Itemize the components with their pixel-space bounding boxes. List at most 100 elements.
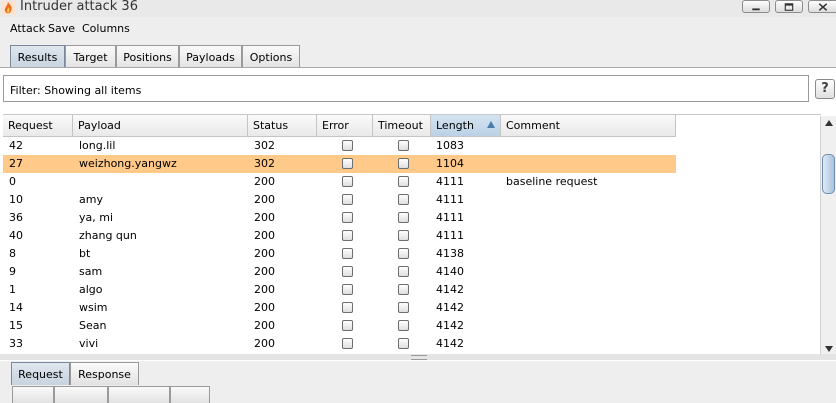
menu-save[interactable]: Save (48, 22, 75, 35)
tab-response[interactable]: Response (70, 362, 139, 385)
error-checkbox (342, 212, 353, 223)
minimize-icon (752, 8, 760, 11)
cell-payload: Sean (79, 319, 107, 332)
maximize-icon (784, 3, 794, 11)
column-header-payload[interactable]: Payload (73, 115, 248, 136)
tab-target[interactable]: Target (65, 45, 116, 68)
column-header-timeout[interactable]: Timeout (373, 115, 431, 136)
cell-payload: vivi (79, 337, 99, 350)
tab-options[interactable]: Options (242, 45, 300, 68)
cell-request: 0 (9, 175, 16, 188)
cell-status: 302 (254, 157, 275, 170)
timeout-checkbox (398, 212, 409, 223)
sort-ascending-icon (487, 121, 495, 128)
column-header-comment[interactable]: Comment (501, 115, 676, 136)
cell-request: 10 (9, 193, 23, 206)
table-row[interactable]: 15 Sean 200 4142 (3, 317, 676, 335)
scroll-up-icon[interactable] (825, 120, 833, 126)
error-checkbox (342, 158, 353, 169)
menu-columns[interactable]: Columns (82, 22, 130, 35)
table-row[interactable]: 0 200 4111 baseline request (3, 173, 676, 191)
table-row[interactable]: 14 wsim 200 4142 (3, 299, 676, 317)
cell-length: 4142 (436, 283, 464, 296)
column-header-length[interactable]: Length (431, 115, 501, 136)
scroll-down-icon[interactable] (825, 346, 833, 352)
cell-length: 4138 (436, 247, 464, 260)
cell-length: 4111 (436, 211, 464, 224)
table-row[interactable]: 1 algo 200 4142 (3, 281, 676, 299)
filter-bar[interactable]: Filter: Showing all items (3, 75, 809, 102)
cell-comment: baseline request (506, 175, 598, 188)
subtab-1[interactable] (12, 386, 54, 403)
maximize-button[interactable] (775, 0, 803, 13)
cell-payload: ya, mi (79, 211, 114, 224)
table-scrollbar[interactable] (820, 116, 836, 356)
timeout-checkbox (398, 338, 409, 349)
table-row[interactable]: 33 vivi 200 4142 (3, 335, 676, 353)
results-panel: Filter: Showing all items ? Request Payl… (0, 67, 836, 361)
menu-attack[interactable]: Attack (10, 22, 45, 35)
window-title: Intruder attack 36 (20, 0, 138, 14)
timeout-checkbox (398, 266, 409, 277)
cell-request: 42 (9, 139, 23, 152)
tab-positions[interactable]: Positions (116, 45, 179, 68)
cell-length: 1104 (436, 157, 464, 170)
table-row[interactable]: 9 sam 200 4140 (3, 263, 676, 281)
help-button[interactable]: ? (815, 79, 835, 99)
timeout-checkbox (398, 194, 409, 205)
table-row[interactable]: 8 bt 200 4138 (3, 245, 676, 263)
cell-payload: algo (79, 283, 103, 296)
error-checkbox (342, 230, 353, 241)
table-row[interactable]: 42 long.lil 302 1083 (3, 137, 676, 155)
error-checkbox (342, 302, 353, 313)
tab-payloads[interactable]: Payloads (179, 45, 242, 68)
timeout-checkbox (398, 230, 409, 241)
cell-payload: long.lil (79, 139, 116, 152)
tab-request[interactable]: Request (11, 362, 70, 385)
cell-payload: amy (79, 193, 103, 206)
cell-length: 4111 (436, 175, 464, 188)
minimize-button[interactable] (742, 0, 770, 13)
table-row[interactable]: 10 amy 200 4111 (3, 191, 676, 209)
cell-length: 4142 (436, 337, 464, 350)
cell-length: 4111 (436, 193, 464, 206)
table-body: 42 long.lil 302 1083 27 weizhong.yangwz 302 110… (3, 137, 676, 353)
column-header-request[interactable]: Request (3, 115, 73, 136)
table-row[interactable]: 36 ya, mi 200 4111 (3, 209, 676, 227)
pane-splitter[interactable] (0, 354, 836, 360)
tab-results[interactable]: Results (10, 45, 65, 68)
cell-length: 4142 (436, 301, 464, 314)
cell-length: 1083 (436, 139, 464, 152)
table-row[interactable]: 27 weizhong.yangwz 302 1104 (3, 155, 676, 173)
cell-request: 9 (9, 265, 16, 278)
scroll-thumb[interactable] (822, 154, 835, 194)
cell-request: 36 (9, 211, 23, 224)
splitter-grip-icon (411, 355, 427, 360)
timeout-checkbox (398, 302, 409, 313)
table-row[interactable]: 40 zhang qun 200 4111 (3, 227, 676, 245)
cell-status: 200 (254, 175, 275, 188)
close-button[interactable] (808, 0, 836, 13)
cell-payload: sam (79, 265, 103, 278)
error-checkbox (342, 248, 353, 259)
timeout-checkbox (398, 248, 409, 259)
error-checkbox (342, 320, 353, 331)
cell-status: 200 (254, 265, 275, 278)
cell-request: 1 (9, 283, 16, 296)
burp-flame-icon (1, 1, 15, 15)
cell-status: 200 (254, 247, 275, 260)
subtab-2[interactable] (54, 386, 108, 403)
cell-status: 200 (254, 319, 275, 332)
error-checkbox (342, 338, 353, 349)
column-header-status[interactable]: Status (248, 115, 317, 136)
error-checkbox (342, 284, 353, 295)
error-checkbox (342, 266, 353, 277)
subtab-4[interactable] (170, 386, 210, 403)
cell-payload: zhang qun (79, 229, 137, 242)
cell-status: 302 (254, 139, 275, 152)
column-header-error[interactable]: Error (317, 115, 373, 136)
error-checkbox (342, 176, 353, 187)
cell-payload: wsim (79, 301, 108, 314)
subtab-3[interactable] (108, 386, 170, 403)
error-checkbox (342, 194, 353, 205)
